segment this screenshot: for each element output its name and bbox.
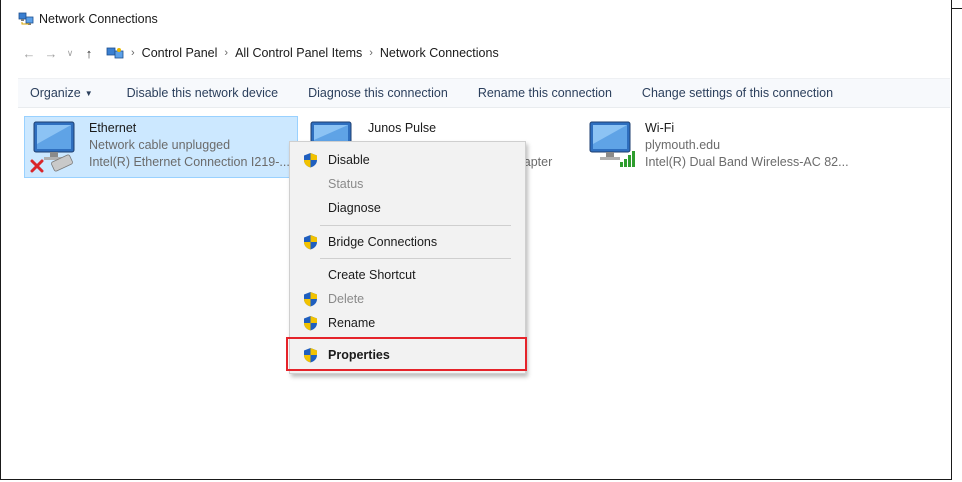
menu-label-bridge: Bridge Connections — [328, 235, 438, 249]
menu-label-rename: Rename — [328, 316, 376, 330]
wifi-device: Intel(R) Dual Band Wireless-AC 82... — [645, 155, 849, 169]
address-bar: ← → ∨ ↑ › Control Panel › All Control Pa… — [18, 40, 499, 66]
rename-connection-button[interactable]: Rename this connection — [466, 86, 624, 100]
red-x-icon — [30, 159, 44, 173]
change-settings-button[interactable]: Change settings of this connection — [630, 86, 845, 100]
breadcrumb-all-items[interactable]: All Control Panel Items — [235, 46, 362, 60]
diagnose-connection-button[interactable]: Diagnose this connection — [296, 86, 460, 100]
breadcrumb-control-panel[interactable]: Control Panel — [142, 46, 218, 60]
wifi-status: plymouth.edu — [645, 138, 721, 152]
menu-item-rename[interactable]: Rename — [290, 311, 525, 335]
ethernet-device: Intel(R) Ethernet Connection I219-... — [89, 155, 290, 169]
junos-name: Junos Pulse — [368, 121, 437, 135]
disable-device-button[interactable]: Disable this network device — [115, 86, 290, 100]
control-panel-icon — [106, 47, 124, 59]
uac-shield-icon — [304, 292, 317, 307]
junos-adapter-icon[interactable] — [307, 118, 353, 142]
menu-label-delete: Delete — [328, 292, 365, 306]
ethernet-name: Ethernet — [89, 121, 137, 135]
caret-down-icon: ▼ — [84, 89, 93, 98]
menu-item-diagnose[interactable]: Diagnose — [290, 196, 525, 220]
menu-label-disable: Disable — [328, 153, 370, 167]
ethernet-status: Network cable unplugged — [89, 138, 231, 152]
chevron-right-icon: › — [224, 47, 229, 59]
divider — [952, 8, 962, 9]
uac-shield-icon — [304, 153, 317, 168]
menu-item-disable[interactable]: Disable — [290, 148, 525, 172]
uac-shield-icon — [304, 316, 317, 331]
network-connections-icon — [18, 12, 34, 25]
breadcrumb-network-connections[interactable]: Network Connections — [380, 46, 499, 60]
menu-separator — [320, 225, 511, 226]
window-title: Network Connections — [39, 12, 158, 26]
menu-item-create-shortcut[interactable]: Create Shortcut — [290, 263, 525, 287]
forward-arrow-icon[interactable]: → — [40, 46, 62, 61]
menu-item-status: Status — [290, 172, 525, 196]
chevron-right-icon: › — [131, 47, 135, 59]
menu-separator — [320, 258, 511, 259]
command-toolbar: Organize ▼ Disable this network device Di… — [18, 78, 950, 108]
title-bar: Network Connections — [18, 9, 158, 29]
uac-shield-icon — [304, 235, 317, 250]
back-arrow-icon[interactable]: ← — [18, 46, 40, 61]
menu-item-bridge[interactable]: Bridge Connections — [290, 230, 525, 254]
properties-highlight-box — [286, 337, 527, 371]
menu-label-status: Status — [328, 177, 364, 191]
chevron-down-icon[interactable]: ∨ — [62, 48, 78, 59]
signal-bars-icon — [620, 151, 635, 167]
chevron-right-icon: › — [369, 47, 373, 59]
breadcrumb: › Control Panel › All Control Panel Item… — [106, 46, 499, 60]
menu-label-diagnose: Diagnose — [328, 201, 381, 215]
up-arrow-icon[interactable]: ↑ — [78, 46, 100, 61]
organize-button[interactable]: Organize ▼ — [18, 86, 105, 100]
organize-label: Organize — [30, 86, 81, 100]
menu-item-delete: Delete — [290, 287, 525, 311]
menu-label-create-shortcut: Create Shortcut — [328, 268, 416, 282]
wifi-name: Wi-Fi — [645, 121, 675, 135]
